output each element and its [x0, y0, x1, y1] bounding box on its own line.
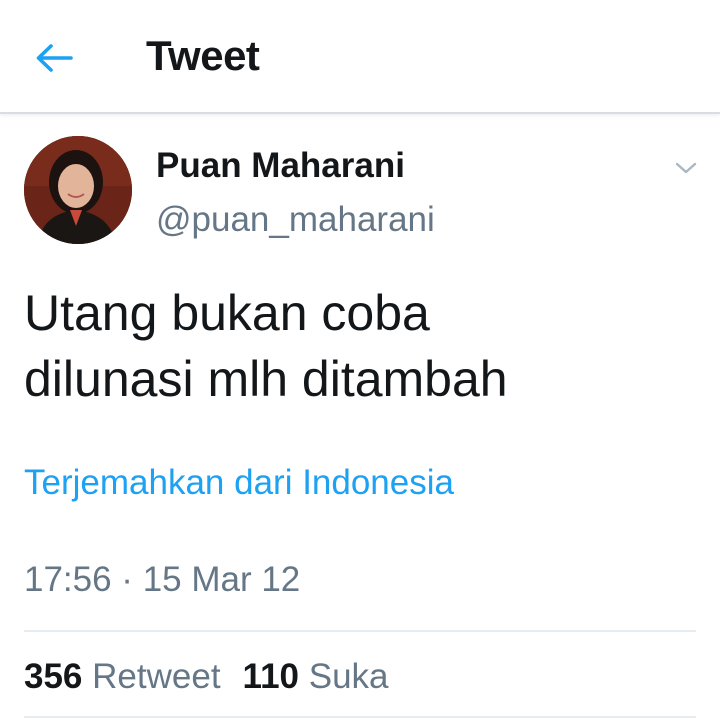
likes-label: Suka — [308, 657, 389, 696]
engagement-stats: 356 Retweet 110 Suka — [24, 655, 389, 699]
avatar[interactable] — [24, 136, 132, 244]
tweet-text-line: Utang bukan coba — [24, 285, 430, 341]
translate-link[interactable]: Terjemahkan dari Indonesia — [24, 461, 454, 505]
tweet-timestamp: 17:56 · 15 Mar 12 — [24, 560, 301, 599]
top-app-bar: Tweet — [0, 0, 720, 114]
author-handle[interactable]: @puan_maharani — [156, 198, 435, 242]
retweets-label: Retweet — [92, 657, 221, 696]
divider — [24, 716, 696, 718]
likes-count: 110 — [242, 657, 300, 696]
back-button[interactable] — [22, 28, 86, 88]
likes-stat[interactable]: 110 Suka — [243, 657, 389, 696]
tweet-text: Utang bukan coba dilunasi mlh ditambah — [24, 280, 704, 412]
tweet-menu-button[interactable] — [668, 150, 704, 186]
tweet-text-line: dilunasi mlh ditambah — [24, 351, 508, 407]
page-title: Tweet — [146, 32, 260, 79]
tweet-detail-screen: Tweet Puan Maharani @puan_maharani Utang… — [0, 0, 720, 720]
chevron-down-icon — [675, 162, 697, 174]
divider — [24, 630, 696, 632]
retweets-count: 356 — [24, 657, 83, 696]
retweets-stat[interactable]: 356 Retweet — [24, 657, 221, 696]
back-arrow-icon — [36, 44, 73, 72]
author-display-name[interactable]: Puan Maharani — [156, 144, 405, 188]
